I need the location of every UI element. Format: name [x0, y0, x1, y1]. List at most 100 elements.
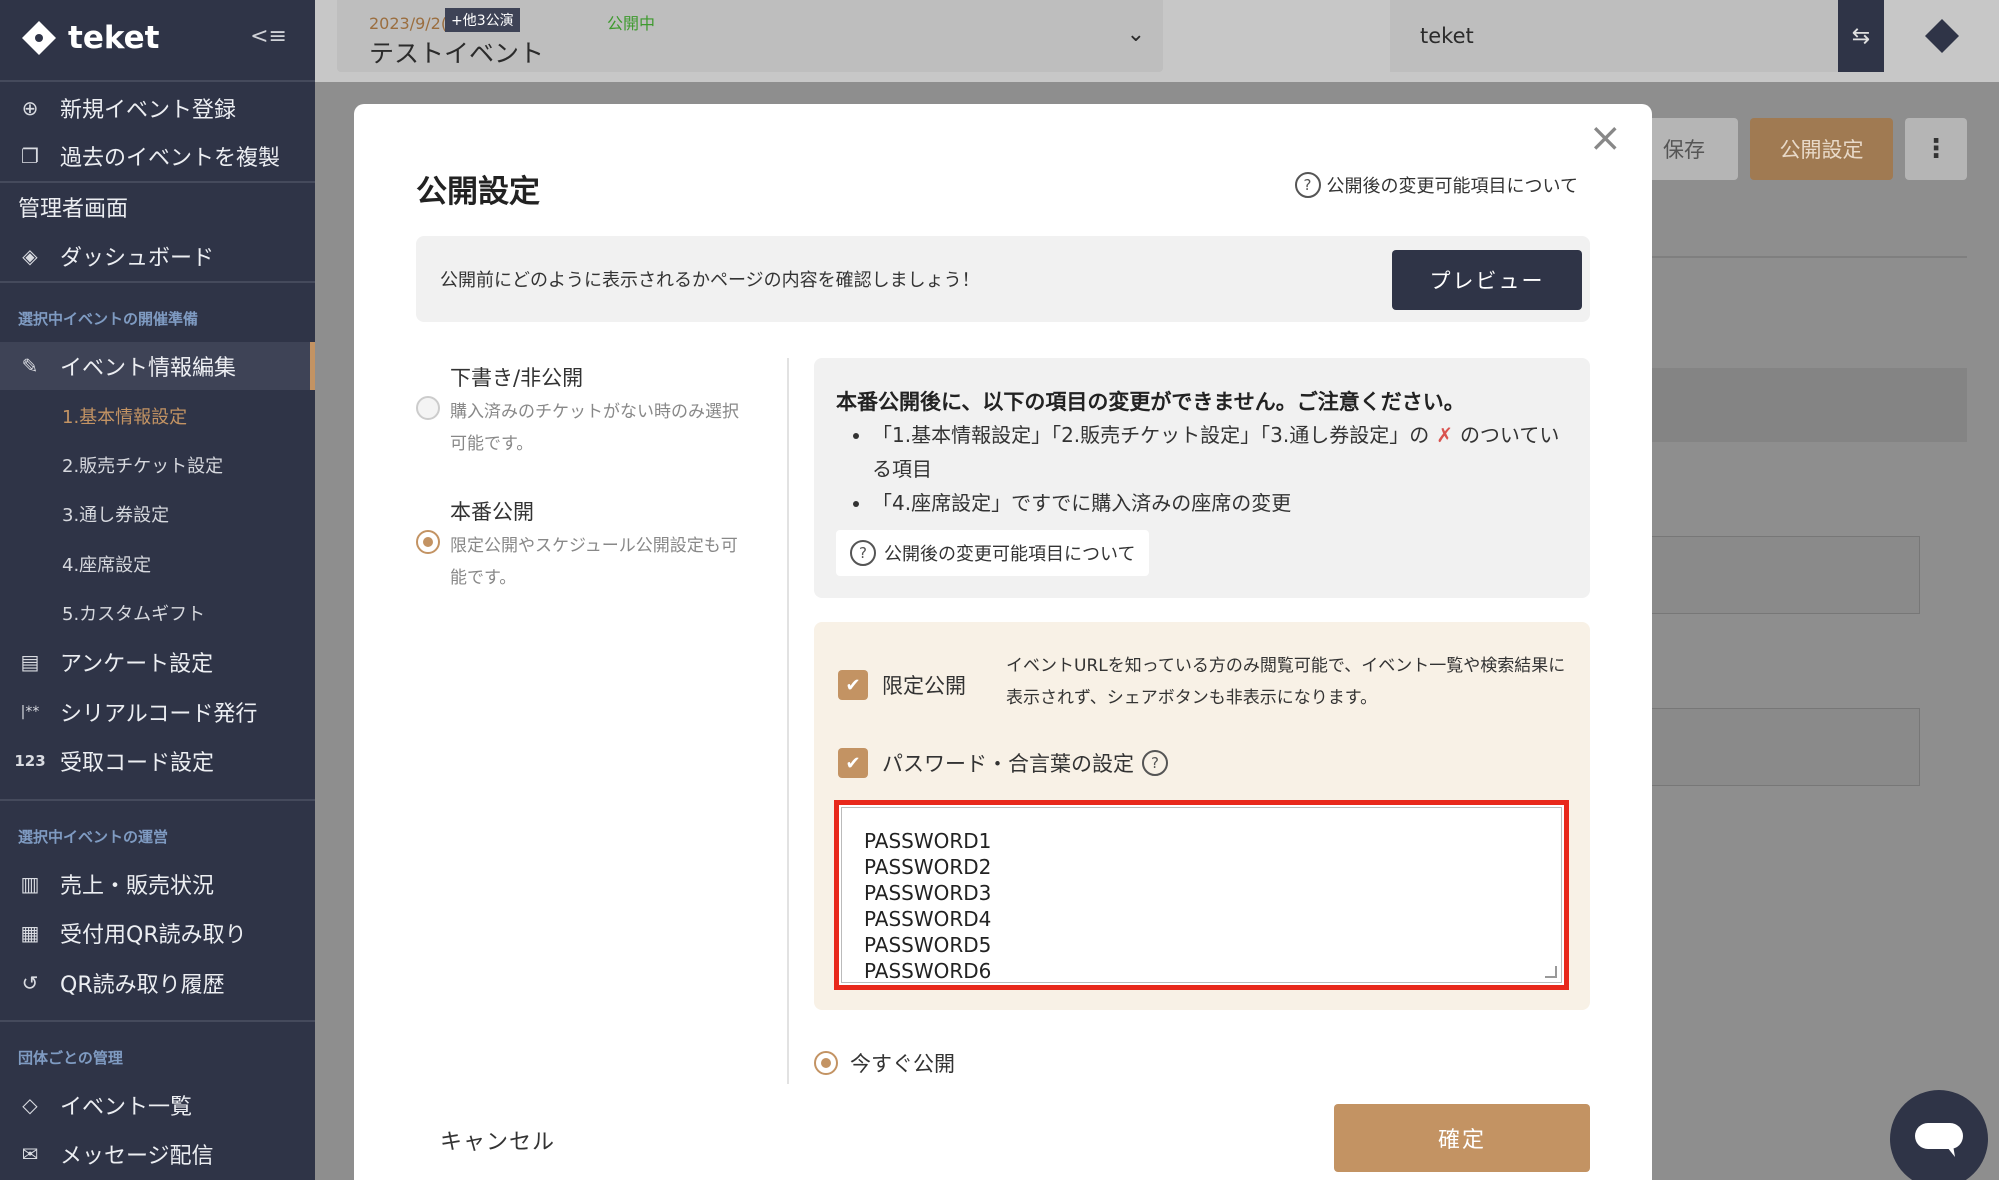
collapse-sidebar-icon[interactable]: <≡: [250, 24, 287, 49]
warning-item: 「4.座席設定」ですでに購入済みの座席の変更: [872, 486, 1572, 520]
sidebar-item-qr-reader[interactable]: ▦ 受付用QR読み取り: [0, 909, 315, 957]
vertical-divider: [787, 358, 789, 1084]
sidebar-item-label: アンケート設定: [60, 652, 214, 677]
warning-list: 「1.基本情報設定」「2.販売チケット設定」「3.通し券設定」の ✗ のついてい…: [872, 418, 1572, 520]
preview-panel: 公開前にどのように表示されるかページの内容を確認しましょう！ プレビュー: [416, 236, 1590, 322]
question-icon: ?: [850, 540, 876, 566]
sidebar-item-admin[interactable]: 管理者画面: [0, 183, 315, 231]
bar-chart-icon: ▥: [20, 872, 40, 896]
warning-item: 「1.基本情報設定」「2.販売チケット設定」「3.通し券設定」の ✗ のついてい…: [872, 418, 1572, 486]
chat-button[interactable]: [1890, 1090, 1988, 1180]
divider: [0, 281, 315, 283]
number-icon: 123: [14, 752, 46, 770]
sidebar-item-custom-gift[interactable]: 5.カスタムギフト: [0, 589, 315, 637]
resize-handle[interactable]: [1545, 966, 1557, 978]
sidebar-item-duplicate-event[interactable]: ❐ 過去のイベントを複製: [0, 132, 315, 180]
warning-item-text: 「1.基本情報設定」「2.販売チケット設定」「3.通し券設定」の: [872, 423, 1430, 447]
ticket-logo-icon[interactable]: [1920, 14, 1964, 58]
event-selector[interactable]: 2023/9/2(土) +他3公演 公開中 テストイベント ⌄: [337, 0, 1163, 72]
section-heading-prep: 選択中イベントの開催準備: [18, 310, 199, 328]
password-line: PASSWORD3: [864, 881, 992, 905]
sidebar-item-sales[interactable]: ▥ 売上・販売状況: [0, 860, 315, 908]
organization-name: teket: [1420, 24, 1474, 48]
chevron-down-icon: ⌄: [1126, 22, 1145, 47]
background-input: [1640, 536, 1920, 614]
password-textarea[interactable]: PASSWORD1 PASSWORD2 PASSWORD3 PASSWORD4 …: [841, 807, 1562, 983]
background-input: [1640, 708, 1920, 786]
sidebar-item-label: 4.座席設定: [62, 555, 152, 576]
limited-label: 限定公開: [882, 670, 966, 700]
ticket-icon: ◇: [22, 1093, 38, 1117]
sidebar-item-label: 新規イベント登録: [60, 98, 237, 123]
password-line: PASSWORD4: [864, 907, 992, 931]
sidebar-item-message[interactable]: ✉ メッセージ配信: [0, 1130, 315, 1178]
password-line: PASSWORD6: [864, 959, 992, 983]
publish-now-label: 今すぐ公開: [850, 1052, 955, 1076]
option-draft-desc: 購入済みのチケットがない時のみ選択可能です。: [450, 402, 739, 454]
password-line: PASSWORD2: [864, 855, 992, 879]
close-icon[interactable]: ×: [1588, 118, 1622, 158]
background-panel: [1652, 368, 1967, 442]
modal-title: 公開設定: [416, 174, 540, 210]
radio-publish-now[interactable]: [814, 1051, 838, 1075]
sidebar-item-event-edit[interactable]: ✎ イベント情報編集: [0, 342, 315, 390]
limited-label-text: 限定公開: [882, 674, 966, 698]
sidebar-item-label: 管理者画面: [18, 197, 129, 222]
mail-icon: ✉: [21, 1142, 39, 1166]
warning-help-link[interactable]: ? 公開後の変更可能項目について: [836, 530, 1150, 576]
publish-settings-modal: × 公開設定 ? 公開後の変更可能項目について 公開前にどのように表示されるかペ…: [354, 104, 1652, 1180]
limited-checkbox[interactable]: ✔: [838, 670, 868, 700]
sidebar-item-label: 3.通し券設定: [62, 505, 170, 526]
sidebar-item-label: 受取コード設定: [60, 751, 215, 776]
warning-panel: 本番公開後に、以下の項目の変更ができません。ご注意ください。 「1.基本情報設定…: [814, 358, 1590, 598]
warning-title: 本番公開後に、以下の項目の変更ができません。ご注意ください。: [836, 390, 1465, 414]
sidebar: teket <≡ ⊕ 新規イベント登録 ❐ 過去のイベントを複製 管理者画面 ◈…: [0, 0, 315, 1180]
sidebar-item-serial-code[interactable]: |** シリアルコード発行: [0, 688, 315, 736]
sidebar-item-seat-settings[interactable]: 4.座席設定: [0, 540, 315, 588]
chat-icon: [1915, 1123, 1963, 1157]
sidebar-item-receive-code[interactable]: 123 受取コード設定: [0, 737, 315, 785]
divider: [0, 799, 315, 801]
brand-logo[interactable]: teket: [20, 18, 159, 58]
sidebar-item-ticket-settings[interactable]: 2.販売チケット設定: [0, 441, 315, 489]
section-heading-org: 団体ごとの管理: [18, 1049, 123, 1067]
sidebar-item-new-event[interactable]: ⊕ 新規イベント登録: [0, 84, 315, 132]
sidebar-item-label: イベント情報編集: [60, 356, 237, 381]
publish-settings-button[interactable]: 公開設定: [1750, 118, 1893, 180]
password-label-text: パスワード・合言葉の設定: [882, 752, 1134, 776]
option-live-title: 本番公開: [450, 500, 534, 524]
cancel-button[interactable]: キャンセル: [440, 1124, 555, 1156]
event-name: テストイベント: [369, 39, 545, 68]
swap-icon[interactable]: ⇆: [1838, 0, 1884, 72]
qr-icon: ▦: [20, 921, 40, 945]
password-label: パスワード・合言葉の設定 ?: [882, 746, 1168, 780]
sidebar-item-label: 1.基本情報設定: [62, 407, 188, 428]
post-publish-help-link[interactable]: ? 公開後の変更可能項目について: [1294, 172, 1578, 198]
radio-draft[interactable]: [416, 396, 440, 420]
confirm-button[interactable]: 確定: [1334, 1104, 1590, 1172]
layers-icon: ◈: [22, 244, 38, 268]
sidebar-item-event-list[interactable]: ◇ イベント一覧: [0, 1081, 315, 1129]
preview-button[interactable]: プレビュー: [1392, 250, 1582, 310]
divider: [0, 1020, 315, 1022]
sidebar-item-qr-history[interactable]: ↺ QR読み取り履歴: [0, 959, 315, 1007]
publish-now-option[interactable]: 今すぐ公開: [814, 1048, 955, 1078]
radio-live[interactable]: [416, 530, 440, 554]
password-checkbox[interactable]: ✔: [838, 748, 868, 778]
sidebar-item-basic-info[interactable]: 1.基本情報設定: [0, 392, 315, 440]
event-badge: +他3公演: [445, 8, 520, 32]
sidebar-item-dashboard[interactable]: ◈ ダッシュボード: [0, 232, 315, 280]
limited-description: イベントURLを知っている方のみ閲覧可能で、イベント一覧や検索結果に表示されず、…: [1006, 656, 1566, 708]
edit-icon: ✎: [21, 354, 39, 378]
event-status: 公開中: [607, 14, 656, 33]
sidebar-item-label: 2.販売チケット設定: [62, 456, 224, 477]
organization-selector[interactable]: teket: [1390, 0, 1845, 72]
app-root: teket <≡ ⊕ 新規イベント登録 ❐ 過去のイベントを複製 管理者画面 ◈…: [0, 0, 1999, 1180]
question-icon[interactable]: ?: [1142, 750, 1168, 776]
sidebar-item-survey[interactable]: ▤ アンケート設定: [0, 638, 315, 686]
sidebar-item-season-pass[interactable]: 3.通し券設定: [0, 490, 315, 538]
option-draft-title: 下書き/非公開: [450, 366, 584, 390]
top-bar: 2023/9/2(土) +他3公演 公開中 テストイベント ⌄ teket ⇆: [315, 0, 1999, 82]
serial-icon: |**: [20, 704, 40, 720]
more-options-icon[interactable]: ⋮: [1905, 118, 1967, 180]
